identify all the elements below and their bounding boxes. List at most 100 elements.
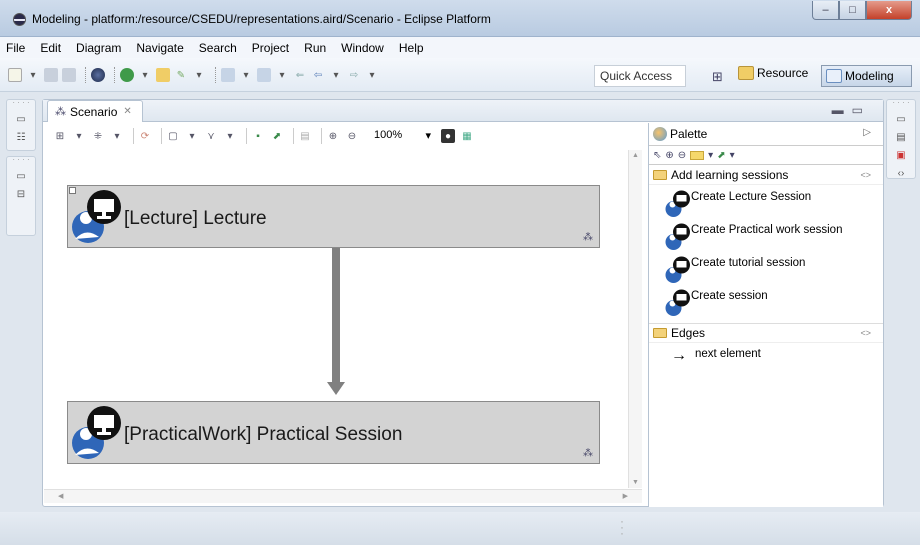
- hide-palette-icon[interactable]: ▷: [863, 127, 871, 138]
- save-icon[interactable]: [44, 68, 58, 82]
- zoom-out-icon[interactable]: ⊖: [345, 129, 359, 143]
- zoom-in-icon[interactable]: ⊕: [326, 129, 340, 143]
- vertical-scrollbar[interactable]: ▲ ▼: [628, 150, 642, 488]
- outline-view-icon[interactable]: ☷: [15, 132, 27, 144]
- menu-run[interactable]: Run: [304, 41, 326, 55]
- node-practical-work[interactable]: [PracticalWork] Practical Session ⁂: [67, 401, 600, 464]
- back-icon[interactable]: ⇦: [311, 68, 325, 82]
- menu-project[interactable]: Project: [252, 41, 289, 55]
- menu-window[interactable]: Window: [341, 41, 384, 55]
- zoom-level-combo[interactable]: 100% ▾: [370, 127, 435, 145]
- restore-icon[interactable]: ▭: [895, 114, 907, 126]
- close-button[interactable]: x: [866, 1, 912, 20]
- export-image-icon[interactable]: ●: [441, 129, 455, 143]
- edge-next-element[interactable]: [332, 247, 340, 383]
- minimize-button[interactable]: –: [812, 1, 839, 20]
- dropdown-arrow-icon[interactable]: ▾: [110, 129, 124, 143]
- dropdown-arrow-icon[interactable]: ▾: [192, 68, 206, 82]
- status-grip[interactable]: · · ·: [620, 515, 624, 539]
- restore-icon[interactable]: ▭: [15, 171, 27, 183]
- next-annotation-icon[interactable]: [257, 68, 271, 82]
- quick-access-input[interactable]: Quick Access: [594, 65, 686, 87]
- drawer-pin-icon[interactable]: <>: [860, 170, 871, 180]
- menu-file[interactable]: File: [6, 41, 25, 55]
- palette-entry-create-session[interactable]: Create session: [649, 284, 883, 317]
- filter-icon[interactable]: ⋎: [204, 129, 218, 143]
- scroll-right-icon[interactable]: ▶: [623, 492, 628, 500]
- back-history-icon[interactable]: ⇐: [293, 68, 307, 82]
- run-debug-icon[interactable]: [120, 68, 134, 82]
- select-all-icon[interactable]: ▢: [166, 129, 180, 143]
- drawer-edges[interactable]: Edges <>: [649, 323, 883, 343]
- zoom-out-tool-icon[interactable]: ⊖: [678, 150, 686, 161]
- dropdown-arrow-icon[interactable]: ▾: [72, 129, 86, 143]
- copy-format-icon[interactable]: ▤: [298, 129, 312, 143]
- dropdown-arrow-icon[interactable]: ▾: [708, 150, 713, 161]
- drawer-add-learning-sessions[interactable]: Add learning sessions <>: [649, 165, 883, 185]
- dropdown-arrow-icon[interactable]: ▾: [239, 68, 253, 82]
- save-all-icon[interactable]: [62, 68, 76, 82]
- arrange-icon[interactable]: ⊞: [53, 129, 67, 143]
- pin-icon[interactable]: ▪: [251, 129, 265, 143]
- diagram-canvas[interactable]: [Lecture] Lecture ⁂ [PracticalWork] Prac…: [44, 150, 641, 488]
- palette-entry-create-practical-work-session[interactable]: Create Practical work session: [649, 218, 883, 251]
- dropdown-arrow-icon[interactable]: ▾: [138, 68, 152, 82]
- dropdown-arrow-icon[interactable]: ▾: [26, 68, 40, 82]
- eclipse-globe-icon[interactable]: [91, 68, 105, 82]
- problems-view-icon[interactable]: ▣: [895, 150, 907, 162]
- sub-diagram-icon[interactable]: ⁂: [583, 232, 593, 243]
- palette-entry-next-element[interactable]: → next element: [649, 343, 883, 365]
- forward-icon[interactable]: ⇨: [347, 68, 361, 82]
- menu-navigate[interactable]: Navigate: [136, 41, 183, 55]
- select-tool-icon[interactable]: ⇖: [653, 150, 661, 161]
- close-tab-icon[interactable]: ✕: [123, 106, 131, 117]
- palette-entry-label: Create Practical work session: [691, 223, 843, 236]
- menu-edit[interactable]: Edit: [40, 41, 61, 55]
- drag-handle[interactable]: · · · ·: [887, 99, 915, 108]
- brush-icon[interactable]: ✎: [174, 68, 188, 82]
- dropdown-arrow-icon[interactable]: ▾: [730, 150, 735, 161]
- scroll-up-icon[interactable]: ▲: [632, 152, 639, 159]
- tab-scenario[interactable]: ⁂ Scenario ✕: [47, 100, 143, 122]
- node-lecture[interactable]: [Lecture] Lecture ⁂: [67, 185, 600, 248]
- palette-entry-create-lecture-session[interactable]: Create Lecture Session: [649, 185, 883, 218]
- dropdown-arrow-icon[interactable]: ▾: [223, 129, 237, 143]
- annotation-icon[interactable]: [221, 68, 235, 82]
- properties-view-icon[interactable]: ▤: [895, 132, 907, 144]
- toolbar-separator: [161, 128, 162, 144]
- open-perspective-icon[interactable]: ⊞: [712, 69, 723, 85]
- maximize-view-icon[interactable]: ▭: [852, 103, 871, 117]
- diagram-outline-icon[interactable]: ▦: [460, 129, 474, 143]
- scroll-down-icon[interactable]: ▼: [632, 479, 639, 486]
- menu-diagram[interactable]: Diagram: [76, 41, 121, 55]
- dropdown-arrow-icon[interactable]: ▾: [329, 68, 343, 82]
- refresh-icon[interactable]: ⟳: [138, 129, 152, 143]
- note-tool-icon[interactable]: [690, 150, 705, 160]
- drag-handle[interactable]: · · · ·: [7, 99, 35, 108]
- menu-help[interactable]: Help: [399, 41, 424, 55]
- horizontal-scrollbar[interactable]: ◀ ▶: [44, 489, 642, 503]
- palette-entry-create-tutorial-session[interactable]: Create tutorial session: [649, 251, 883, 284]
- perspective-resource[interactable]: Resource: [738, 66, 808, 80]
- sub-diagram-icon[interactable]: ⁂: [583, 448, 593, 459]
- export-icon[interactable]: ⬈: [270, 129, 284, 143]
- layers-icon[interactable]: ⁜: [91, 129, 105, 143]
- minimize-view-icon[interactable]: ▬: [832, 103, 852, 117]
- drawer-pin-icon[interactable]: <>: [860, 328, 871, 338]
- open-folder-icon[interactable]: [156, 68, 170, 82]
- dropdown-arrow-icon[interactable]: ▾: [275, 68, 289, 82]
- toolbar-separator: [321, 128, 322, 144]
- dropdown-arrow-icon[interactable]: ▾: [365, 68, 379, 82]
- scroll-left-icon[interactable]: ◀: [58, 492, 63, 500]
- perspective-modeling[interactable]: Modeling: [821, 65, 912, 87]
- new-icon[interactable]: [8, 68, 22, 82]
- menu-search[interactable]: Search: [199, 41, 237, 55]
- zoom-in-tool-icon[interactable]: ⊕: [665, 150, 673, 161]
- dropdown-arrow-icon[interactable]: ▾: [185, 129, 199, 143]
- restore-icon[interactable]: ▭: [15, 114, 27, 126]
- drag-handle[interactable]: · · · ·: [7, 156, 35, 165]
- model-explorer-icon[interactable]: ⊟: [15, 189, 27, 201]
- code-view-icon[interactable]: ‹›: [895, 168, 907, 180]
- note-attachment-tool-icon[interactable]: ⬈: [717, 150, 725, 161]
- maximize-button[interactable]: □: [839, 1, 866, 20]
